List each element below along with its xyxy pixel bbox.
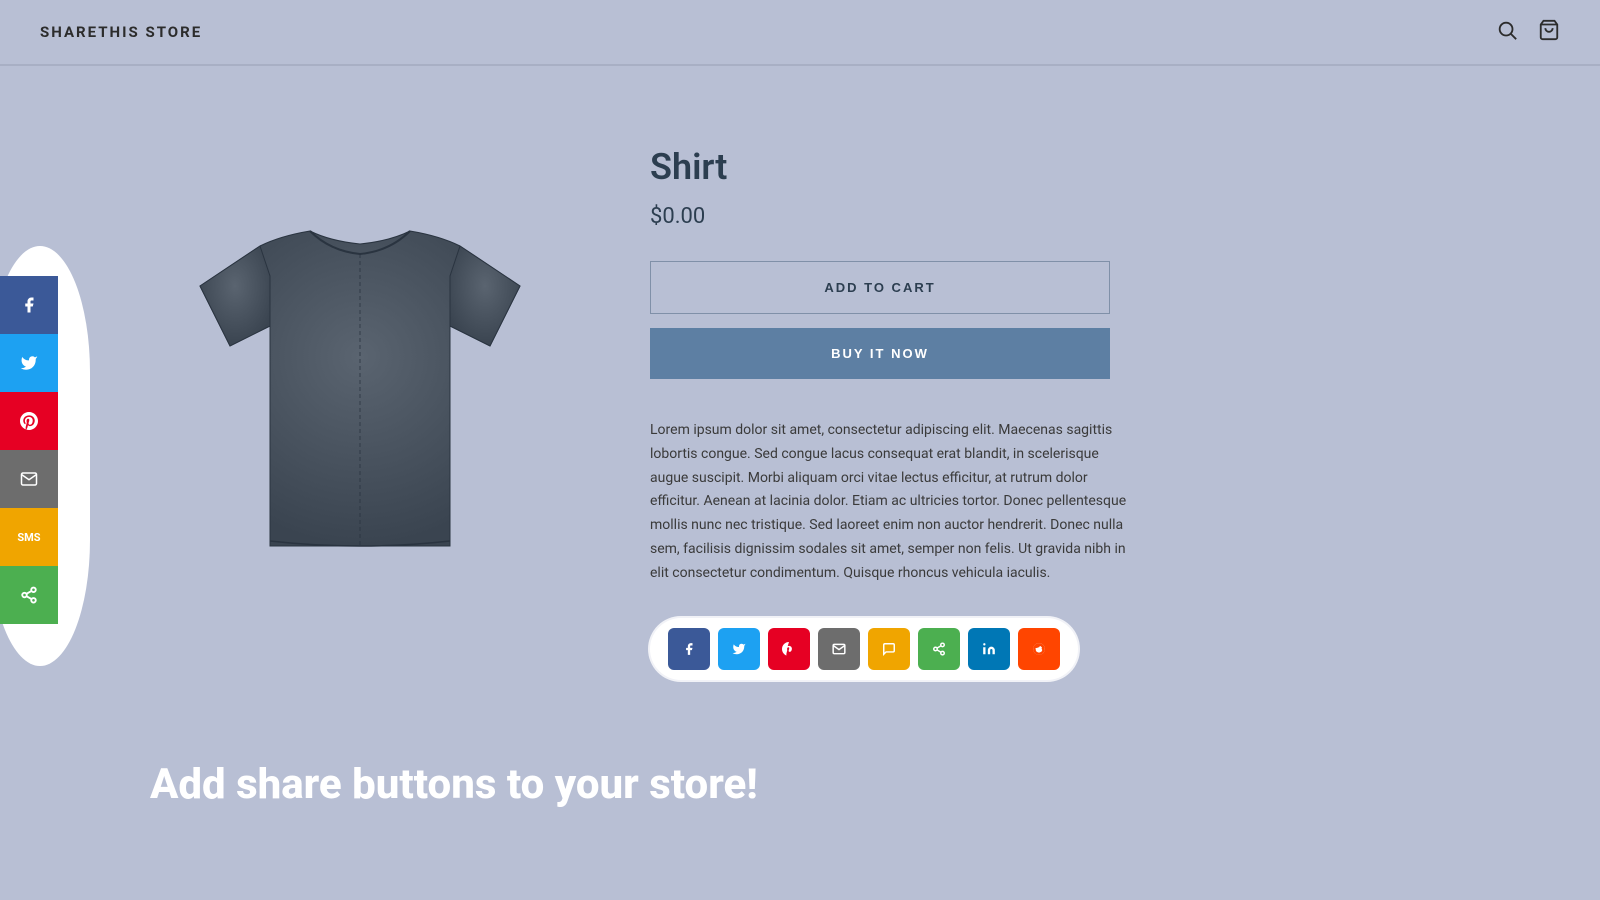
- share-sms-button[interactable]: [868, 628, 910, 670]
- product-image: [170, 126, 550, 606]
- main-content: Shirt $0.00 ADD TO CART BUY IT NOW Lorem…: [0, 66, 1600, 720]
- header: SHARETHIS STORE: [0, 0, 1600, 65]
- product-description: Lorem ipsum dolor sit amet, consectetur …: [650, 419, 1130, 586]
- side-pinterest-button[interactable]: [0, 392, 58, 450]
- share-facebook-button[interactable]: [668, 628, 710, 670]
- side-facebook-button[interactable]: [0, 276, 58, 334]
- bottom-banner: Add share buttons to your store!: [0, 720, 1600, 849]
- product-details: Shirt $0.00 ADD TO CART BUY IT NOW Lorem…: [650, 126, 1520, 680]
- product-price: $0.00: [650, 204, 1520, 229]
- buy-now-button[interactable]: BUY IT NOW: [650, 328, 1110, 379]
- site-logo: SHARETHIS STORE: [40, 23, 202, 41]
- side-twitter-button[interactable]: [0, 334, 58, 392]
- share-buttons-row: [650, 618, 1078, 680]
- share-twitter-button[interactable]: [718, 628, 760, 670]
- side-share-button[interactable]: [0, 566, 58, 624]
- product-image-container: [150, 126, 570, 606]
- search-icon[interactable]: [1496, 19, 1518, 46]
- banner-text: Add share buttons to your store!: [150, 760, 1520, 809]
- side-sms-button[interactable]: SMS: [0, 508, 58, 566]
- add-to-cart-button[interactable]: ADD TO CART: [650, 261, 1110, 314]
- share-linkedin-button[interactable]: [968, 628, 1010, 670]
- header-icons: [1496, 19, 1560, 46]
- cart-icon[interactable]: [1538, 19, 1560, 46]
- share-email-button[interactable]: [818, 628, 860, 670]
- share-sharethis-button[interactable]: [918, 628, 960, 670]
- side-email-button[interactable]: [0, 450, 58, 508]
- product-title: Shirt: [650, 146, 1520, 188]
- share-pinterest-button[interactable]: [768, 628, 810, 670]
- side-share-panel: SMS: [0, 276, 58, 624]
- share-reddit-button[interactable]: [1018, 628, 1060, 670]
